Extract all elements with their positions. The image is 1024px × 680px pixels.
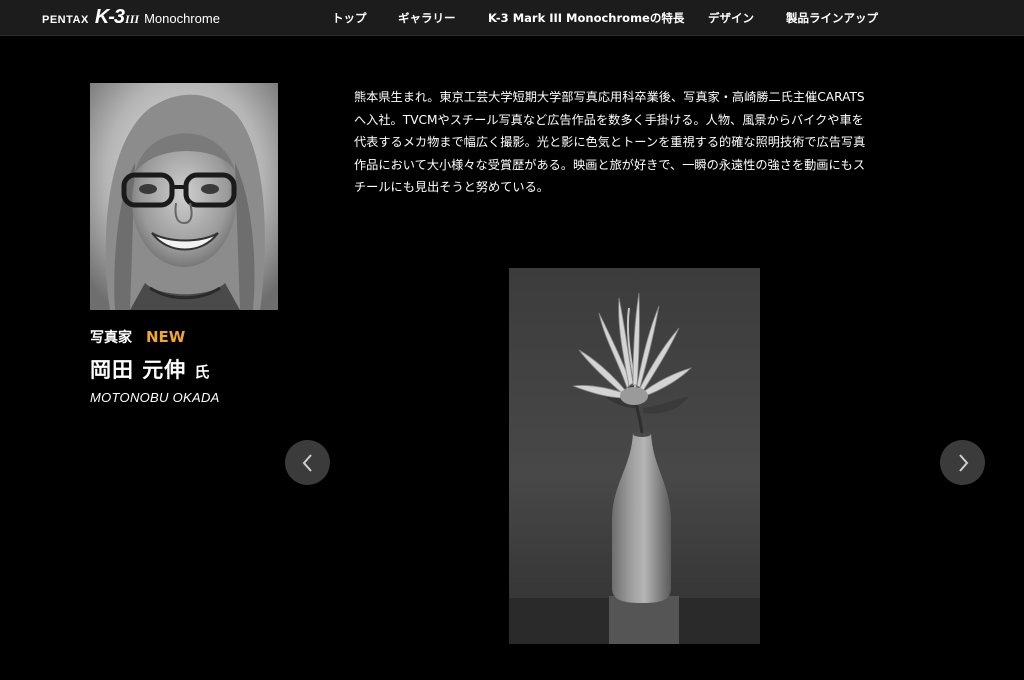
bio-line: 代表するメカ物まで幅広く撮影。光と影に色気とトーンを重視する的確な照明技術で広告… xyxy=(354,135,866,150)
nav-item-design[interactable]: デザイン xyxy=(708,10,754,26)
photographer-name-romaji: MOTONOBU OKADA xyxy=(90,390,220,405)
nav-item-gallery[interactable]: ギャラリー xyxy=(398,10,456,26)
gallery-photo-vase[interactable] xyxy=(509,268,760,644)
nav-item-features[interactable]: K-3 Mark III Monochromeの特長 xyxy=(488,10,684,26)
photographer-bio: 熊本県生まれ。東京工芸大学短期大学部写真応用科卒業後、写真家・高崎勝二氏主催CA… xyxy=(354,86,924,199)
portrait-image xyxy=(90,83,278,310)
new-badge: NEW xyxy=(146,328,186,346)
photographer-role: 写真家 xyxy=(90,330,132,346)
photographer-name: 岡田 元伸 xyxy=(90,358,187,382)
gallery-next-button[interactable] xyxy=(940,440,985,485)
chevron-right-icon xyxy=(958,453,968,472)
nav-item-top[interactable]: トップ xyxy=(332,10,367,26)
role-row: 写真家 NEW xyxy=(90,327,185,347)
brand-model: K-3 xyxy=(94,6,125,28)
brand-model-suffix: III xyxy=(125,12,140,26)
brand-maker: PENTAX xyxy=(42,14,89,26)
photographer-name-row: 岡田 元伸 氏 xyxy=(90,354,209,384)
nav-item-lineup[interactable]: 製品ラインアップ xyxy=(786,10,878,26)
gallery-prev-button[interactable] xyxy=(285,440,330,485)
brand-logo[interactable]: PENTAX K-3 III Monochrome xyxy=(42,6,220,30)
gallery-photo-image xyxy=(509,268,760,644)
bio-line: 熊本県生まれ。東京工芸大学短期大学部写真応用科卒業後、写真家・高崎勝二氏主催CA… xyxy=(354,90,865,104)
top-navigation-bar: PENTAX K-3 III Monochrome トップ ギャラリー K-3 … xyxy=(0,0,1024,36)
bio-line: へ入社。TVCMやスチール写真など広告作品を数多く手掛ける。人物、風景からバイク… xyxy=(354,112,864,127)
bio-line: チールにも見出そうと努めている。 xyxy=(354,180,549,195)
chevron-left-icon xyxy=(302,453,312,472)
bio-line: 作品において大小様々な受賞歴がある。映画と旅が好きで、一瞬の永遠性の強さを動画に… xyxy=(354,157,866,172)
photographer-portrait xyxy=(90,83,278,310)
name-honorific: 氏 xyxy=(194,363,210,381)
brand-edition: Monochrome xyxy=(144,11,220,26)
